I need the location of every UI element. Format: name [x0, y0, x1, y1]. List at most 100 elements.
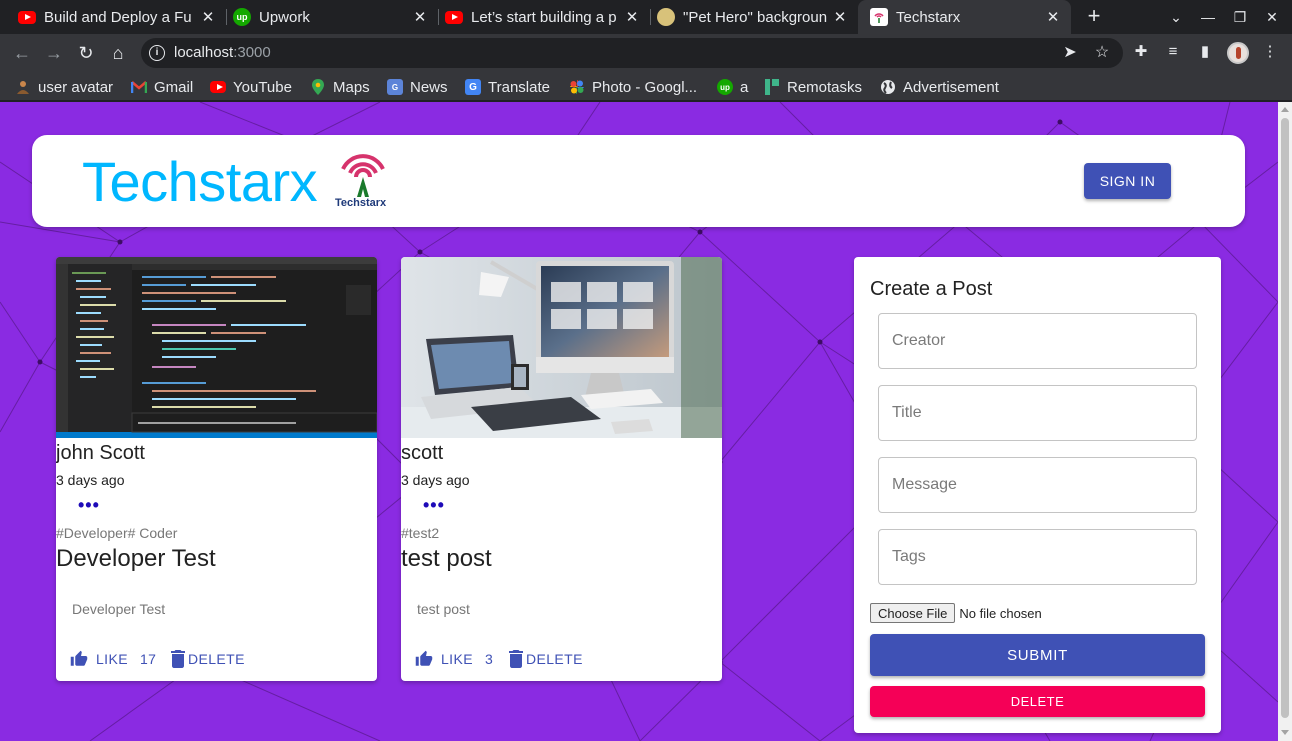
minimize-icon[interactable]: —: [1192, 0, 1224, 34]
maps-icon: [310, 79, 326, 95]
title-field[interactable]: [878, 385, 1197, 441]
youtube-icon: [210, 79, 226, 95]
youtube-icon: [18, 8, 36, 26]
bookmark-item[interactable]: Maps: [310, 77, 370, 97]
thumb-up-icon: [70, 650, 88, 666]
bookmark-item[interactable]: Remotasks: [764, 77, 862, 97]
post-image-code-editor: [56, 257, 377, 438]
bookmark-label: a: [740, 78, 749, 96]
bookmark-item[interactable]: Gmail: [131, 77, 193, 97]
close-icon[interactable]: ✕: [828, 8, 852, 26]
tab-title: Techstarx: [896, 8, 961, 26]
file-status: No file chosen: [959, 605, 1042, 621]
bookmark-item[interactable]: G News: [387, 77, 448, 97]
restore-icon[interactable]: ❐: [1224, 0, 1256, 34]
choose-file-button[interactable]: Choose File: [870, 603, 956, 623]
back-icon[interactable]: ←: [10, 41, 34, 65]
address-bar[interactable]: i localhost:3000 ➤ ☆: [141, 38, 1123, 68]
scrollbar-thumb[interactable]: [1281, 118, 1289, 718]
brand-caption: Techstarx: [335, 197, 387, 209]
browser-tab-strip: Build and Deploy a Fu ✕ up Upwork ✕ Let’…: [0, 0, 1292, 34]
like-button[interactable]: LIKE 3: [415, 648, 493, 670]
address-url[interactable]: localhost:3000: [174, 44, 271, 61]
close-icon[interactable]: ✕: [620, 8, 644, 26]
browser-toolbar: ← → ↻ ⌂ i localhost:3000 ➤ ☆: [0, 34, 1292, 72]
file-picker: Choose File No file chosen: [870, 603, 1042, 623]
like-count: 3: [484, 651, 494, 667]
upwork-icon: up: [717, 79, 733, 95]
more-options-icon[interactable]: •••: [423, 495, 445, 516]
bookmark-star-icon[interactable]: ☆: [1091, 42, 1113, 62]
upwork-icon: up: [233, 8, 251, 26]
remotasks-icon: [764, 79, 780, 95]
brand-title[interactable]: Techstarx: [82, 149, 318, 214]
browser-tab[interactable]: up Upwork ✕: [221, 0, 438, 34]
bookmark-label: Maps: [333, 78, 370, 96]
create-post-form: Create a Post Choose File No file chosen…: [854, 257, 1221, 733]
bookmark-item[interactable]: Photo - Googl...: [569, 77, 697, 97]
forward-icon[interactable]: →: [42, 41, 66, 65]
post-title: test post: [401, 545, 492, 572]
media-control-icon[interactable]: ≡: [1162, 41, 1184, 63]
tags-field[interactable]: [878, 529, 1197, 585]
page-scrollbar[interactable]: [1278, 102, 1292, 741]
trash-icon: [171, 650, 185, 668]
globe-icon: [880, 79, 896, 95]
bookmark-item[interactable]: user avatar: [15, 77, 113, 97]
close-icon[interactable]: ✕: [1041, 8, 1065, 26]
browser-menu-icon[interactable]: ⋮: [1259, 41, 1281, 63]
gmail-icon: [131, 79, 147, 95]
bookmark-item[interactable]: Advertisement: [880, 77, 999, 97]
post-tags: #test2: [401, 525, 440, 541]
new-tab-button[interactable]: +: [1082, 5, 1106, 29]
tab-title: Let’s start building a p: [471, 8, 617, 26]
tab-search-icon[interactable]: ⌄: [1160, 0, 1192, 34]
post-creator: john Scott: [56, 442, 145, 464]
bookmark-label: user avatar: [38, 78, 114, 96]
browser-tab[interactable]: Let’s start building a p ✕: [433, 0, 650, 34]
sign-in-button[interactable]: SIGN IN: [1084, 163, 1171, 199]
reload-icon[interactable]: ↻: [74, 41, 98, 65]
like-button[interactable]: LIKE 17: [70, 648, 156, 670]
tab-title: Build and Deploy a Fu: [44, 8, 192, 26]
url-host: localhost: [174, 44, 234, 61]
clear-button[interactable]: DELETE: [870, 686, 1205, 717]
post-card: john Scott 3 days ago ••• #Developer# Co…: [56, 257, 377, 681]
close-icon[interactable]: ✕: [196, 8, 220, 26]
bookmark-item[interactable]: YouTube: [210, 77, 292, 97]
home-icon[interactable]: ⌂: [106, 41, 130, 65]
browser-tab[interactable]: Build and Deploy a Fu ✕: [6, 0, 226, 34]
send-icon[interactable]: ➤: [1059, 42, 1081, 62]
site-info-icon[interactable]: i: [149, 45, 165, 61]
creator-field[interactable]: [878, 313, 1197, 369]
bookmark-label: News: [410, 78, 448, 96]
side-panel-icon[interactable]: ▮: [1194, 41, 1216, 63]
avatar-icon: [15, 79, 31, 95]
delete-post-button[interactable]: DELETE: [171, 648, 245, 670]
scroll-down-arrow-icon[interactable]: [1281, 730, 1289, 735]
bookmark-item[interactable]: G Translate: [465, 77, 550, 97]
extensions-icon[interactable]: ✚: [1130, 41, 1152, 63]
youtube-icon: [445, 8, 463, 26]
app-header: Techstarx Techstarx SIGN IN: [32, 135, 1245, 227]
browser-tab[interactable]: "Pet Hero" backgroun ✕: [645, 0, 858, 34]
bookmark-label: Gmail: [154, 78, 194, 96]
delete-label: DELETE: [526, 651, 583, 667]
close-icon[interactable]: ✕: [408, 8, 432, 26]
bookmark-item[interactable]: up a: [717, 77, 748, 97]
post-title: Developer Test: [56, 545, 216, 572]
message-field[interactable]: [878, 457, 1197, 513]
bookmark-label: Translate: [488, 78, 550, 96]
scroll-up-arrow-icon[interactable]: [1281, 107, 1289, 112]
more-options-icon[interactable]: •••: [78, 495, 100, 516]
submit-button[interactable]: SUBMIT: [870, 634, 1205, 676]
post-image-desk-setup: [401, 257, 722, 438]
bookmark-label: Photo - Googl...: [592, 78, 698, 96]
profile-avatar[interactable]: [1227, 42, 1249, 64]
window-close-icon[interactable]: ✕: [1256, 0, 1288, 34]
url-port: :3000: [233, 44, 271, 61]
translate-icon: G: [465, 79, 481, 95]
browser-tab-active[interactable]: Techstarx ✕: [858, 0, 1071, 34]
delete-post-button[interactable]: DELETE: [509, 648, 583, 670]
post-timestamp: 3 days ago: [401, 472, 470, 488]
